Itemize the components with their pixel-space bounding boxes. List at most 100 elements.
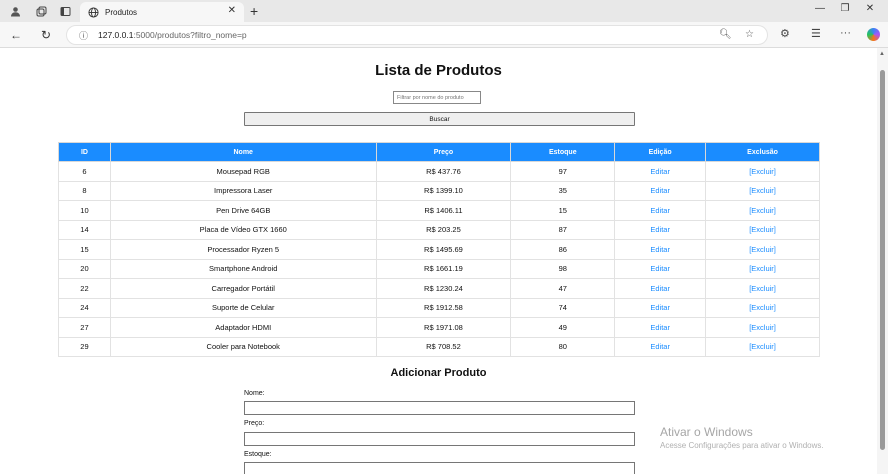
stock-input[interactable] [244, 462, 635, 474]
edit-link-cell: Editar [614, 161, 707, 182]
windows-activation-subtitle: Acesse Configurações para ativar o Windo… [660, 441, 824, 450]
column-header-name: Nome [109, 142, 377, 162]
cell-stock: 49 [510, 317, 616, 338]
edit-link[interactable]: Editar [650, 264, 670, 273]
page-content: Lista de Produtos Buscar ID Nome Preço E… [0, 48, 877, 474]
products-table: ID Nome Preço Estoque Edição Exclusão 6M… [58, 142, 820, 357]
windows-activation-title: Ativar o Windows [660, 425, 753, 439]
edit-link[interactable]: Editar [650, 303, 670, 312]
edit-link[interactable]: Editar [650, 245, 670, 254]
delete-link[interactable]: [Excluir] [749, 245, 776, 254]
edit-link-cell: Editar [614, 317, 707, 338]
search-button[interactable]: Buscar [244, 112, 635, 126]
cell-id: 15 [58, 239, 111, 260]
page-title: Lista de Produtos [375, 62, 502, 79]
edit-link[interactable]: Editar [650, 186, 670, 195]
back-icon[interactable]: ← [8, 27, 24, 43]
favorite-star-icon[interactable]: ☆ [745, 29, 754, 40]
tab-produtos[interactable]: Produtos ✕ [80, 2, 244, 22]
cell-price: R$ 1399.10 [375, 180, 512, 201]
minimize-icon[interactable]: — [810, 3, 830, 14]
name-input[interactable] [244, 401, 635, 415]
profile-icon[interactable] [8, 4, 22, 18]
cell-stock: 87 [510, 219, 616, 240]
cell-name: Suporte de Celular [109, 297, 377, 318]
scroll-up-icon[interactable]: ▲ [879, 51, 885, 57]
cell-price: R$ 1406.11 [375, 200, 512, 221]
column-header-delete: Exclusão [705, 142, 820, 162]
cell-id: 29 [58, 336, 111, 357]
cell-id: 22 [58, 278, 111, 299]
column-header-stock: Estoque [510, 142, 616, 162]
extensions-icon[interactable]: ⚙ [780, 27, 790, 40]
delete-link-cell: [Excluir] [705, 239, 820, 260]
table-row: 29 Cooler para Notebook R$ 708.52 80 Editar [… [58, 336, 820, 357]
cell-stock: 74 [510, 297, 616, 318]
copilot-icon[interactable] [867, 28, 880, 41]
delete-link[interactable]: [Excluir] [749, 206, 776, 215]
cell-stock: 47 [510, 278, 616, 299]
column-header-edit: Edição [614, 142, 707, 162]
cell-id: 24 [58, 297, 111, 318]
globe-icon [88, 6, 99, 18]
edit-link-cell: Editar [614, 297, 707, 318]
stock-label: Estoque: [244, 451, 272, 458]
close-window-icon[interactable]: ✕ [860, 3, 880, 14]
zoom-icon[interactable]: 🔍︎ [719, 29, 732, 40]
table-row: 24 Suporte de Celular R$ 1912.58 74 Editar [E… [58, 297, 820, 318]
table-header-row: ID Nome Preço Estoque Edição Exclusão [58, 142, 820, 162]
cell-name: Mousepad RGB [109, 161, 377, 182]
delete-link-cell: [Excluir] [705, 180, 820, 201]
edit-link[interactable]: Editar [650, 323, 670, 332]
edit-link[interactable]: Editar [650, 342, 670, 351]
cell-price: R$ 708.52 [375, 336, 512, 357]
price-input[interactable] [244, 432, 635, 446]
delete-link[interactable]: [Excluir] [749, 225, 776, 234]
edit-link[interactable]: Editar [650, 206, 670, 215]
cell-id: 6 [58, 161, 111, 182]
edit-link-cell: Editar [614, 336, 707, 357]
cell-stock: 35 [510, 180, 616, 201]
delete-link[interactable]: [Excluir] [749, 303, 776, 312]
close-tab-icon[interactable]: ✕ [228, 5, 236, 16]
delete-link[interactable]: [Excluir] [749, 264, 776, 273]
delete-link[interactable]: [Excluir] [749, 186, 776, 195]
site-info-icon[interactable]: ⓘ [79, 29, 88, 42]
delete-link[interactable]: [Excluir] [749, 342, 776, 351]
products-table-body: 6 Mousepad RGB R$ 437.76 97 Editar [Excluir] 8… [58, 161, 820, 357]
url-path: :5000/produtos?filtro_nome=p [133, 30, 247, 40]
name-label: Nome: [244, 390, 265, 397]
restore-icon[interactable]: ❐ [835, 3, 855, 14]
cell-stock: 15 [510, 200, 616, 221]
favorites-list-icon[interactable]: ☰ [811, 27, 821, 40]
filter-name-input[interactable] [393, 91, 481, 104]
table-row: 15 Processador Ryzen 5 R$ 1495.69 86 Editar [… [58, 239, 820, 260]
page-scrollbar[interactable]: ▲ [877, 48, 888, 474]
workspaces-icon[interactable] [34, 4, 48, 18]
cell-name: Processador Ryzen 5 [109, 239, 377, 260]
table-row: 20 Smartphone Android R$ 1661.19 98 Editar [E… [58, 258, 820, 279]
delete-link[interactable]: [Excluir] [749, 167, 776, 176]
cell-id: 27 [58, 317, 111, 338]
delete-link-cell: [Excluir] [705, 278, 820, 299]
edit-link[interactable]: Editar [650, 167, 670, 176]
refresh-icon[interactable]: ↻ [38, 27, 54, 43]
price-label: Preço: [244, 420, 265, 427]
edit-link[interactable]: Editar [650, 225, 670, 234]
new-tab-icon[interactable]: + [250, 3, 258, 19]
scroll-thumb[interactable] [880, 70, 885, 450]
cell-stock: 98 [510, 258, 616, 279]
tab-actions-icon[interactable] [58, 4, 72, 18]
cell-stock: 86 [510, 239, 616, 260]
table-row: 27 Adaptador HDMI R$ 1971.08 49 Editar [Exclu… [58, 317, 820, 338]
edit-link[interactable]: Editar [650, 284, 670, 293]
delete-link[interactable]: [Excluir] [749, 323, 776, 332]
delete-link[interactable]: [Excluir] [749, 284, 776, 293]
delete-link-cell: [Excluir] [705, 200, 820, 221]
cell-price: R$ 1912.58 [375, 297, 512, 318]
cell-price: R$ 437.76 [375, 161, 512, 182]
url-field[interactable]: ⓘ 127.0.0.1:5000/produtos?filtro_nome=p … [66, 25, 768, 45]
delete-link-cell: [Excluir] [705, 161, 820, 182]
cell-name: Carregador Portátil [109, 278, 377, 299]
more-options-icon[interactable]: ··· [840, 27, 851, 39]
